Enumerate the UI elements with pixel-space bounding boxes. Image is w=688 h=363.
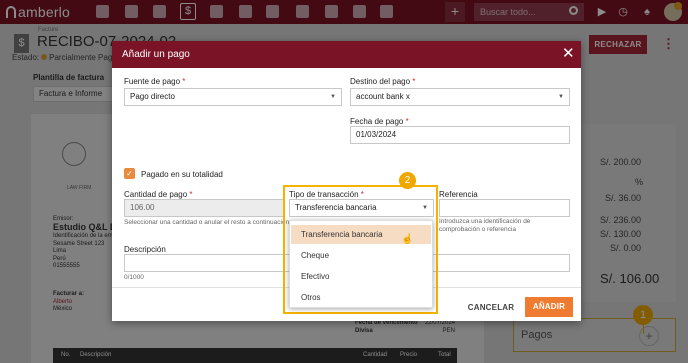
destino-label: Destino del pago * (350, 77, 415, 86)
cantidad-input[interactable]: 106.00 (124, 199, 284, 217)
required-mark: * (182, 77, 186, 86)
cantidad-value: 106.00 (130, 203, 155, 212)
required-mark: * (189, 190, 193, 199)
fecha-value: 01/03/2024 (356, 130, 397, 139)
pagado-label: Pagado en su totalidad (141, 170, 223, 179)
cantidad-label-text: Cantidad de pago (124, 190, 188, 199)
referencia-label: Referencia (439, 190, 478, 199)
fecha-label-text: Fecha de pago (350, 117, 404, 126)
pointer-cursor-icon: ☝ (401, 234, 414, 245)
dialog-header: Añadir un pago ✕ (112, 41, 581, 68)
referencia-input[interactable] (439, 199, 570, 217)
add-button[interactable]: AÑADIR (525, 297, 573, 317)
dialog-title: Añadir un pago (122, 49, 190, 60)
descripcion-label: Descripción (124, 245, 166, 254)
close-icon[interactable]: ✕ (562, 45, 575, 62)
required-mark: * (412, 77, 416, 86)
fecha-input[interactable]: 01/03/2024 (350, 126, 570, 144)
destino-label-text: Destino del pago (350, 77, 411, 86)
option-otros[interactable]: Otros (291, 288, 431, 307)
fecha-label: Fecha de pago * (350, 117, 409, 126)
chevron-down-icon: ▼ (558, 94, 564, 100)
referencia-help: Introduzca una identificación de comprob… (439, 218, 531, 233)
fuente-label: Fuente de pago * (124, 77, 185, 86)
destino-select[interactable]: account bank x ▼ (350, 88, 570, 106)
descripcion-counter: 0/1000 (124, 274, 144, 281)
pagado-checkbox[interactable]: ✓ (124, 168, 135, 179)
fuente-select[interactable]: Pago directo ▼ (124, 88, 342, 106)
cancel-button[interactable]: CANCELAR (466, 299, 516, 317)
fuente-value: Pago directo (130, 92, 175, 101)
step-badge-2: 2 (399, 172, 416, 189)
option-efectivo[interactable]: Efectivo (291, 267, 431, 286)
required-mark: * (405, 117, 409, 126)
chevron-down-icon: ▼ (330, 94, 336, 100)
destino-value: account bank x (356, 92, 410, 101)
cantidad-help: Seleccionar una cantidad o anular el res… (124, 219, 291, 226)
option-cheque[interactable]: Cheque (291, 246, 431, 265)
cantidad-label: Cantidad de pago * (124, 190, 193, 199)
fuente-label-text: Fuente de pago (124, 77, 181, 86)
